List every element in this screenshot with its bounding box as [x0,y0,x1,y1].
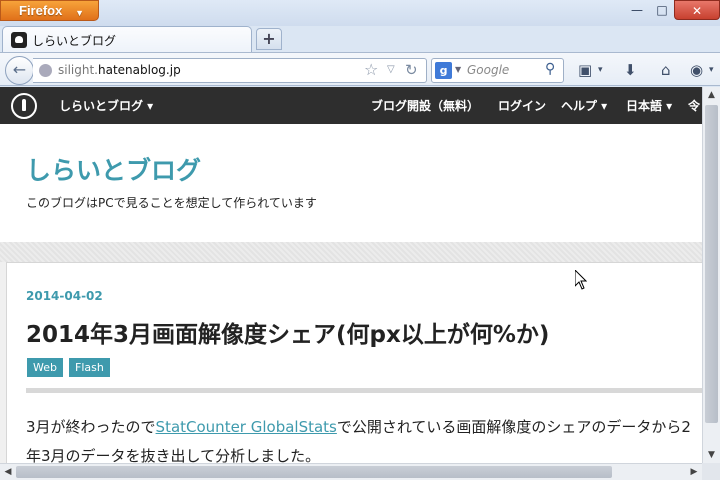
scroll-right-icon[interactable]: ▶ [686,464,702,480]
minimize-button[interactable]: — [624,0,650,20]
statcounter-link[interactable]: StatCounter GlobalStats [156,418,337,436]
category-tag-web[interactable]: Web [27,358,63,377]
tab-title: しらいとブログ [32,34,117,48]
scrollbar-corner [702,463,720,480]
new-tab-button[interactable]: + [256,28,282,50]
blog-title-link[interactable]: しらいとブログ [26,151,201,187]
help-menu-link[interactable]: ヘルプ ▾ [561,97,607,114]
url-text: silight.hatenablog.jp [58,63,181,77]
maximize-button[interactable]: □ [650,0,674,20]
category-tag-flash[interactable]: Flash [69,358,110,377]
login-link[interactable]: ログイン [498,97,546,114]
blog-header: しらいとブログ このブログはPCで見ることを想定して作られています [0,124,702,242]
addon-icon[interactable]: ◉ [690,61,703,79]
tab-bar: しらいとブログ + [0,22,720,52]
search-input[interactable]: Google [467,63,509,77]
chevron-down-icon: ▼ [75,8,84,18]
globe-icon [39,64,52,77]
blog-description: このブログはPCで見ることを想定して作られています [26,196,317,210]
chevron-down-icon[interactable]: ▼ [455,65,461,74]
download-icon[interactable]: ⬇ [624,61,637,79]
hatena-favicon-icon [11,32,27,48]
chevron-down-icon[interactable]: ▾ [709,65,714,75]
reload-icon[interactable]: ↻ [405,61,418,79]
bookmark-star-icon[interactable]: ☆ [364,60,378,79]
bookmarks-icon[interactable]: ▣ [578,61,592,79]
firefox-menu-button[interactable]: Firefox ▼ [0,0,99,21]
scroll-down-icon[interactable]: ▼ [703,447,720,463]
blog-menu-link[interactable]: しらいとブログ ▾ [59,97,153,114]
url-bar[interactable]: silight.hatenablog.jp ☆ ▽ ↻ [33,58,427,83]
url-history-dropdown-icon[interactable]: ▽ [387,64,395,75]
entry-date-link[interactable]: 2014-04-02 [26,289,103,303]
page-viewport: しらいとブログ ▾ ブログ開設（無料） ログイン ヘルプ ▾ 日本語 ▾ 令 し… [0,87,702,463]
entry-body-line: 年3月のデータを抜き出して分析しました。 [26,447,321,463]
back-button[interactable]: ← [5,56,34,85]
chevron-down-icon[interactable]: ▾ [598,65,603,75]
tab-current[interactable]: しらいとブログ [2,26,252,52]
search-box[interactable]: g ▼ Google ⚲ [431,58,564,83]
vertical-scroll-thumb[interactable] [705,105,718,423]
search-icon[interactable]: ⚲ [545,61,555,77]
overflow-item[interactable]: 令 [688,97,700,114]
start-blog-link[interactable]: ブログ開設（無料） [371,97,479,114]
entry-title[interactable]: 2014年3月画面解像度シェア(何px以上が何%か) [26,315,549,349]
header-divider [0,242,702,262]
scroll-left-icon[interactable]: ◀ [0,464,16,480]
close-button[interactable]: ✕ [674,0,720,20]
home-icon[interactable]: ⌂ [661,61,671,79]
mouse-cursor-icon [575,270,587,290]
hatena-pen-logo-icon[interactable] [11,93,37,119]
navigation-toolbar: ← silight.hatenablog.jp ☆ ▽ ↻ g ▼ Google… [0,52,720,86]
hatena-global-header: しらいとブログ ▾ ブログ開設（無料） ログイン ヘルプ ▾ 日本語 ▾ 令 [0,87,702,124]
horizontal-scrollbar[interactable]: ◀ ▶ [0,463,702,480]
entry-body-line: 3月が終わったのでStatCounter GlobalStatsで公開されている… [26,418,691,436]
entry-divider [26,388,702,393]
scroll-up-icon[interactable]: ▲ [703,87,720,103]
firefox-menu-label: Firefox [19,3,63,18]
entry-article: 2014-04-02 2014年3月画面解像度シェア(何px以上が何%か) We… [6,262,702,463]
language-menu-link[interactable]: 日本語 ▾ [626,97,672,114]
vertical-scrollbar[interactable]: ▲ ▼ [702,87,720,463]
google-engine-icon[interactable]: g [435,62,452,79]
horizontal-scroll-thumb[interactable] [16,466,612,478]
